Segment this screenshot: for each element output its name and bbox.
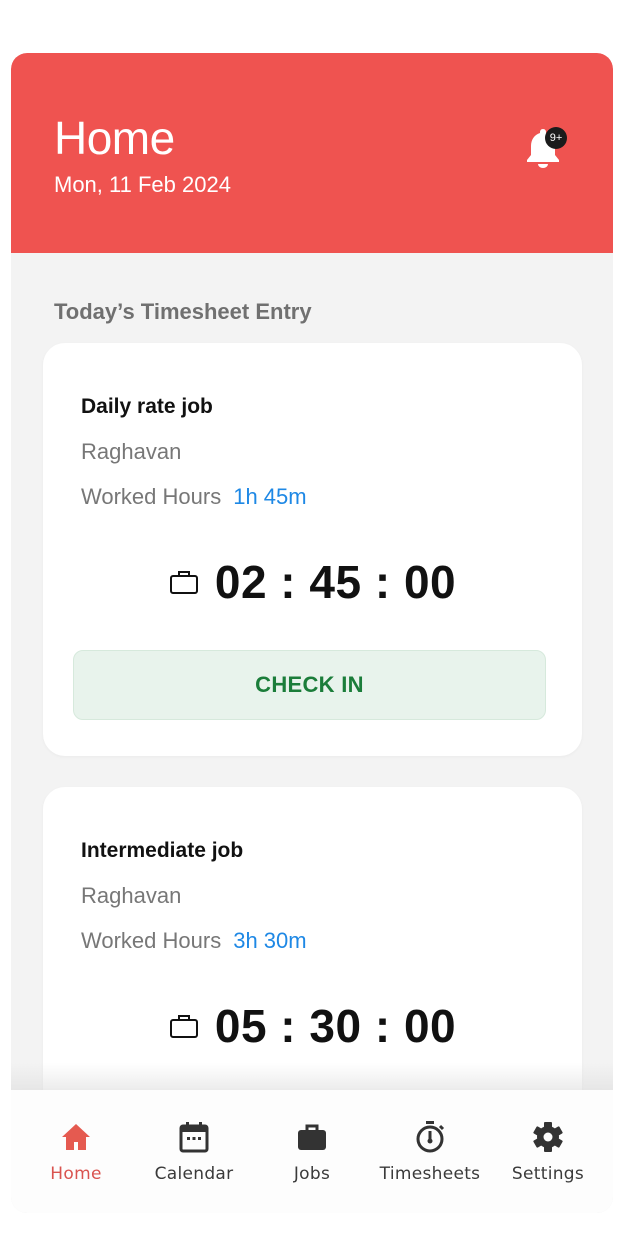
job-title: Intermediate job <box>81 839 244 862</box>
home-icon <box>62 1124 90 1150</box>
app-screen: Home Mon, 11 Feb 2024 9+ Today’s Timeshe… <box>11 53 613 1213</box>
job-timer: 05 : 30 : 00 <box>214 1000 457 1052</box>
nav-label: Calendar <box>154 1164 234 1184</box>
gear-icon <box>533 1122 563 1152</box>
nav-item-home[interactable]: Home <box>17 1090 135 1213</box>
nav-item-jobs[interactable]: Jobs <box>253 1090 371 1213</box>
stopwatch-icon <box>416 1121 445 1153</box>
timer-row: 05 : 30 : 00 <box>43 999 582 1053</box>
nav-label: Settings <box>511 1164 585 1184</box>
nav-item-calendar[interactable]: Calendar <box>135 1090 253 1213</box>
worked-hours-row: Worked Hours 3h 30m <box>81 928 307 954</box>
bottom-navigation: Home Calendar Jobs Timesheets Settings <box>11 1090 613 1213</box>
section-title: Today’s Timesheet Entry <box>54 299 312 324</box>
worked-hours-value: 3h 30m <box>233 928 307 953</box>
nav-item-timesheets[interactable]: Timesheets <box>371 1090 489 1213</box>
briefcase-outline-icon <box>169 1015 198 1038</box>
worked-hours-row: Worked Hours 1h 45m <box>81 484 307 510</box>
briefcase-icon <box>298 1124 326 1150</box>
current-date: Mon, 11 Feb 2024 <box>54 172 231 197</box>
page-title: Home <box>54 112 175 164</box>
worked-hours-label: Worked Hours <box>81 484 222 509</box>
nav-item-settings[interactable]: Settings <box>489 1090 607 1213</box>
scroll-fade <box>11 1063 613 1093</box>
job-timer: 02 : 45 : 00 <box>214 556 457 608</box>
notification-badge: 9+ <box>545 127 567 149</box>
job-person: Raghavan <box>81 439 182 464</box>
check-in-button[interactable]: CHECK IN <box>73 650 546 720</box>
job-person: Raghavan <box>81 883 182 908</box>
nav-label: Jobs <box>293 1164 331 1184</box>
worked-hours-value: 1h 45m <box>233 484 307 509</box>
nav-label: Timesheets <box>379 1164 481 1184</box>
header: Home Mon, 11 Feb 2024 9+ <box>11 53 613 253</box>
job-title: Daily rate job <box>81 395 213 418</box>
nav-label: Home <box>50 1164 102 1184</box>
briefcase-outline-icon <box>169 571 198 594</box>
worked-hours-label: Worked Hours <box>81 928 222 953</box>
job-card[interactable]: Daily rate job Raghavan Worked Hours 1h 4… <box>43 343 582 756</box>
calendar-icon <box>179 1122 209 1153</box>
timer-row: 02 : 45 : 00 <box>43 555 582 609</box>
